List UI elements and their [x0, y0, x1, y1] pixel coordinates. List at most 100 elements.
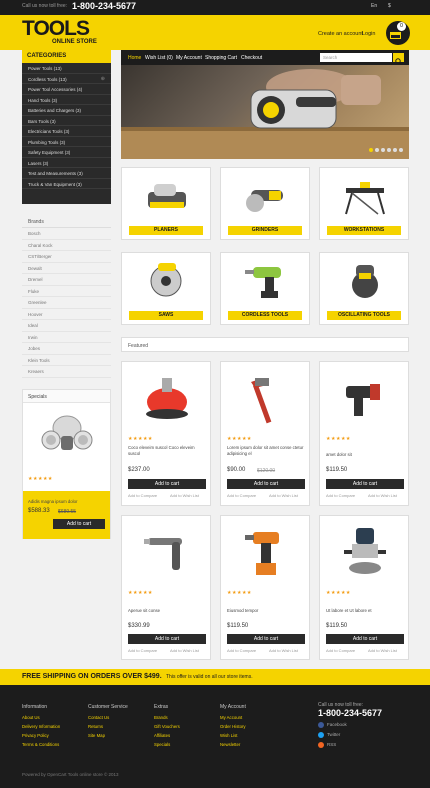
product-name[interactable]: amet dolor sit	[326, 452, 404, 458]
footer-link[interactable]: Order History	[220, 724, 246, 729]
add-to-compare-link[interactable]: Add to Compare	[128, 493, 157, 498]
tile-cordless-tools[interactable]: CORDLESS TOOLS	[220, 252, 310, 325]
currency-selector[interactable]: $	[388, 3, 391, 9]
footer-link[interactable]: Brands	[154, 715, 168, 720]
slider-dot[interactable]	[399, 148, 403, 152]
category-item[interactable]: Power Tools (13)	[22, 63, 111, 74]
footer-link[interactable]: Site Map	[88, 733, 105, 738]
category-item[interactable]: Safety Equipment (3)	[22, 147, 111, 158]
product-image[interactable]	[340, 372, 390, 427]
special-product-name[interactable]: Adidis magna ipsum dolor	[28, 499, 106, 505]
add-to-wishlist-link[interactable]: Add to Wish List	[368, 648, 397, 653]
footer-link[interactable]: Privacy Policy	[22, 733, 49, 738]
search-input[interactable]: Search	[320, 53, 392, 62]
nav-cart[interactable]: Shopping Cart	[205, 55, 237, 61]
add-to-compare-link[interactable]: Add to Compare	[227, 648, 256, 653]
slider-dot[interactable]	[387, 148, 391, 152]
category-item[interactable]: Lasers (3)	[22, 158, 111, 168]
product-name[interactable]: Aperue sit conse	[128, 608, 206, 614]
slider-dot[interactable]	[369, 148, 373, 152]
add-to-wishlist-link[interactable]: Add to Wish List	[170, 648, 199, 653]
category-item[interactable]: Truck & Van Equipment (3)	[22, 179, 111, 189]
footer-link[interactable]: Gift Vouchers	[154, 724, 180, 729]
product-image[interactable]	[241, 524, 291, 584]
brand-item[interactable]: Irwin	[22, 332, 111, 343]
add-to-wishlist-link[interactable]: Add to Wish List	[269, 493, 298, 498]
logo[interactable]: TOOLS	[22, 17, 90, 41]
tile-oscillating-tools[interactable]: OSCILLATING TOOLS	[319, 252, 409, 325]
add-to-cart-button[interactable]: Add to cart	[227, 479, 305, 489]
nav-wishlist[interactable]: Wish List (0)	[145, 55, 173, 61]
add-to-cart-button[interactable]: Add to cart	[326, 479, 404, 489]
brand-item[interactable]: Charal Kock	[22, 240, 111, 251]
add-to-wishlist-link[interactable]: Add to Wish List	[269, 648, 298, 653]
category-item[interactable]: Bars Tools (3)	[22, 116, 111, 126]
add-to-compare-link[interactable]: Add to Compare	[227, 493, 256, 498]
slider-dot[interactable]	[381, 148, 385, 152]
add-to-wishlist-link[interactable]: Add to Wish List	[170, 493, 199, 498]
special-add-to-cart-button[interactable]: Add to cart	[53, 519, 105, 529]
footer-link[interactable]: About Us	[22, 715, 40, 720]
footer-link[interactable]: Specials	[154, 742, 170, 747]
tile-saws[interactable]: SAWS	[121, 252, 211, 325]
twitter-link[interactable]: Twitter	[318, 732, 340, 738]
tile-planers[interactable]: PLANERS	[121, 167, 211, 240]
product-name[interactable]: Eiusmod tempor	[227, 608, 305, 614]
category-item[interactable]: Test and Measurements (3)	[22, 168, 111, 179]
footer-link[interactable]: Terms & Conditions	[22, 742, 59, 747]
language-selector[interactable]: En	[371, 3, 377, 9]
footer-link[interactable]: Affiliates	[154, 733, 170, 738]
add-to-compare-link[interactable]: Add to Compare	[326, 648, 355, 653]
category-item[interactable]: Batteries and Chargers (3)	[22, 105, 111, 116]
brand-item[interactable]: Kreaers	[22, 366, 111, 378]
slider-dot[interactable]	[393, 148, 397, 152]
category-item[interactable]: Power Tool Accessories (4)	[22, 84, 111, 95]
brand-item[interactable]: Fluke	[22, 286, 111, 297]
create-account-link[interactable]: Create an account	[318, 31, 363, 37]
footer-link[interactable]: Contact Us	[88, 715, 109, 720]
add-to-wishlist-link[interactable]: Add to Wish List	[368, 493, 397, 498]
rss-link[interactable]: RSS	[318, 742, 336, 748]
add-to-compare-link[interactable]: Add to Compare	[128, 648, 157, 653]
respirator-mask-image[interactable]	[41, 412, 93, 458]
login-link[interactable]: Login	[362, 31, 375, 37]
tile-grinders[interactable]: GRINDERS	[220, 167, 310, 240]
brand-item[interactable]: Greenlee	[22, 297, 111, 309]
slider-dot[interactable]	[375, 148, 379, 152]
product-image[interactable]	[142, 524, 192, 579]
product-image[interactable]	[340, 524, 390, 584]
category-item[interactable]: Electricians Tools (3)	[22, 126, 111, 137]
product-image[interactable]	[142, 372, 192, 427]
footer-link[interactable]: Newsletter	[220, 742, 240, 747]
category-item[interactable]: Hand Tools (3)	[22, 95, 111, 105]
product-name[interactable]: Ut labore et Ut labore et	[326, 608, 404, 614]
add-to-cart-button[interactable]: Add to cart	[227, 634, 305, 644]
hero-banner[interactable]	[121, 65, 409, 159]
product-image[interactable]	[241, 372, 291, 427]
facebook-link[interactable]: Facebook	[318, 722, 347, 728]
nav-home[interactable]: Home	[128, 55, 141, 61]
product-name[interactable]: Lorem ipsum dolor sit amet conse ctetur …	[227, 445, 305, 457]
product-name[interactable]: Coco eleveim suscol Coco eleveim suscol	[128, 445, 206, 457]
brand-item[interactable]: Jobes	[22, 343, 111, 355]
brand-item[interactable]: Hoover	[22, 309, 111, 320]
brand-item[interactable]: CST/Berger	[22, 251, 111, 263]
brand-item[interactable]: Dremel	[22, 274, 111, 286]
category-item[interactable]: Cordless Tools (13) ⊕	[22, 74, 111, 84]
add-to-cart-button[interactable]: Add to cart	[326, 634, 404, 644]
add-to-cart-button[interactable]: Add to cart	[128, 479, 206, 489]
tile-workstations[interactable]: WORKSTATIONS	[319, 167, 409, 240]
search-button[interactable]	[393, 53, 404, 65]
brand-item[interactable]: Bosch	[22, 228, 111, 240]
add-to-cart-button[interactable]: Add to cart	[128, 634, 206, 644]
nav-account[interactable]: My Account	[176, 55, 202, 61]
category-item[interactable]: Plumbing Tools (3)	[22, 137, 111, 147]
footer-link[interactable]: Delivery Information	[22, 724, 60, 729]
footer-link[interactable]: Returns	[88, 724, 103, 729]
footer-link[interactable]: My Account	[220, 715, 242, 720]
footer-link[interactable]: Wish List	[220, 733, 237, 738]
brand-item[interactable]: Ideal	[22, 320, 111, 332]
add-to-compare-link[interactable]: Add to Compare	[326, 493, 355, 498]
brand-item[interactable]: Klein Tools	[22, 355, 111, 366]
expand-icon[interactable]: ⊕	[101, 76, 105, 82]
